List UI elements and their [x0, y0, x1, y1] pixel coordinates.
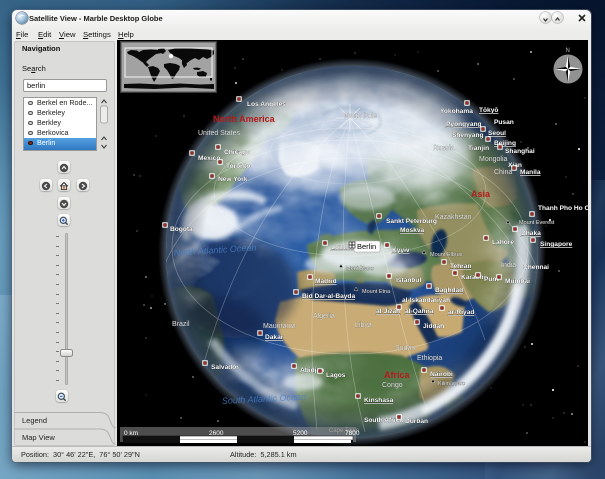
svg-text:New York: New York [218, 176, 248, 183]
svg-text:Mont Blanc: Mont Blanc [346, 266, 374, 272]
svg-text:Tehran: Tehran [450, 263, 472, 270]
svg-text:Istanbul: Istanbul [396, 277, 421, 284]
svg-text:Madrid: Madrid [315, 278, 337, 285]
svg-text:Kyyiv: Kyyiv [392, 247, 410, 254]
svg-text:Kazakhstan: Kazakhstan [435, 214, 472, 221]
svg-text:China: China [494, 169, 512, 176]
svg-text:Asia: Asia [471, 189, 491, 199]
svg-text:Moskva: Moskva [400, 227, 425, 234]
svg-text:Ethiopia: Ethiopia [417, 355, 442, 362]
svg-text:Jiddah: Jiddah [423, 323, 444, 330]
svg-text:Sankt Peterburg: Sankt Peterburg [386, 218, 437, 225]
svg-text:United States: United States [198, 130, 241, 137]
svg-text:Bogota: Bogota [170, 226, 193, 233]
svg-text:Berlin: Berlin [357, 242, 376, 251]
svg-text:Karachi: Karachi [461, 274, 485, 281]
svg-text:Mount Etna: Mount Etna [362, 289, 391, 295]
svg-text:Baghdad: Baghdad [435, 287, 463, 294]
svg-text:Shanghai: Shanghai [505, 148, 535, 155]
svg-text:Pusan: Pusan [494, 119, 514, 126]
svg-text:Dhaka: Dhaka [521, 230, 541, 237]
svg-text:Congo: Congo [382, 382, 403, 389]
svg-text:Kilimanjaro: Kilimanjaro [438, 381, 465, 387]
svg-text:Africa: Africa [384, 370, 411, 380]
svg-text:Mount Elbrus: Mount Elbrus [430, 252, 463, 258]
svg-text:Nairobi: Nairobi [430, 371, 453, 378]
svg-text:al-Qahira: al-Qahira [405, 308, 434, 315]
svg-text:ar-Riyad: ar-Riyad [448, 309, 474, 316]
svg-text:North Pole: North Pole [344, 113, 377, 120]
svg-text:Salvador: Salvador [211, 364, 239, 371]
svg-text:Lahore: Lahore [492, 239, 514, 246]
svg-text:Shenyang: Shenyang [452, 132, 484, 139]
svg-text:Brazil: Brazil [172, 321, 190, 328]
svg-text:Mount Everest: Mount Everest [519, 220, 555, 226]
svg-text:Mongolia: Mongolia [479, 156, 508, 163]
svg-text:Manila: Manila [520, 169, 541, 176]
svg-text:Mexico: Mexico [198, 155, 220, 162]
svg-text:Chicago: Chicago [224, 149, 250, 156]
svg-text:Tianjin: Tianjin [468, 145, 489, 152]
svg-text:Tōkyō: Tōkyō [479, 107, 498, 114]
svg-text:Russia: Russia [433, 145, 455, 152]
svg-text:Los Angeles: Los Angeles [247, 101, 286, 108]
svg-text:Dakar: Dakar [265, 334, 284, 341]
svg-text:Toronto: Toronto [226, 163, 250, 170]
svg-text:Algeria: Algeria [313, 313, 335, 320]
svg-text:N: N [566, 48, 570, 54]
svg-text:Beijing: Beijing [494, 140, 516, 147]
svg-text:Yokohama: Yokohama [440, 108, 473, 115]
svg-text:Sudan: Sudan [395, 345, 415, 352]
svg-text:Libya: Libya [355, 322, 372, 329]
svg-text:Durban: Durban [405, 418, 428, 425]
svg-text:India: India [501, 262, 516, 269]
svg-text:Mumbai: Mumbai [505, 278, 530, 285]
svg-text:Singapore: Singapore [540, 241, 573, 248]
svg-text:North America: North America [213, 114, 276, 124]
svg-text:Kinshasa: Kinshasa [364, 397, 394, 404]
svg-text:Chennai: Chennai [523, 264, 549, 271]
svg-text:Pyongyang: Pyongyang [446, 121, 482, 128]
svg-text:Mauritania: Mauritania [263, 323, 296, 330]
svg-text:al-Iskandariyah: al-Iskandariyah [402, 297, 450, 304]
svg-text:Lagos: Lagos [326, 372, 346, 379]
svg-text:Thanh Pho Ho Ch: Thanh Pho Ho Ch [538, 205, 588, 212]
svg-text:Bid Dar-al-Bayda: Bid Dar-al-Bayda [302, 293, 355, 300]
svg-text:Seoul: Seoul [488, 130, 506, 137]
